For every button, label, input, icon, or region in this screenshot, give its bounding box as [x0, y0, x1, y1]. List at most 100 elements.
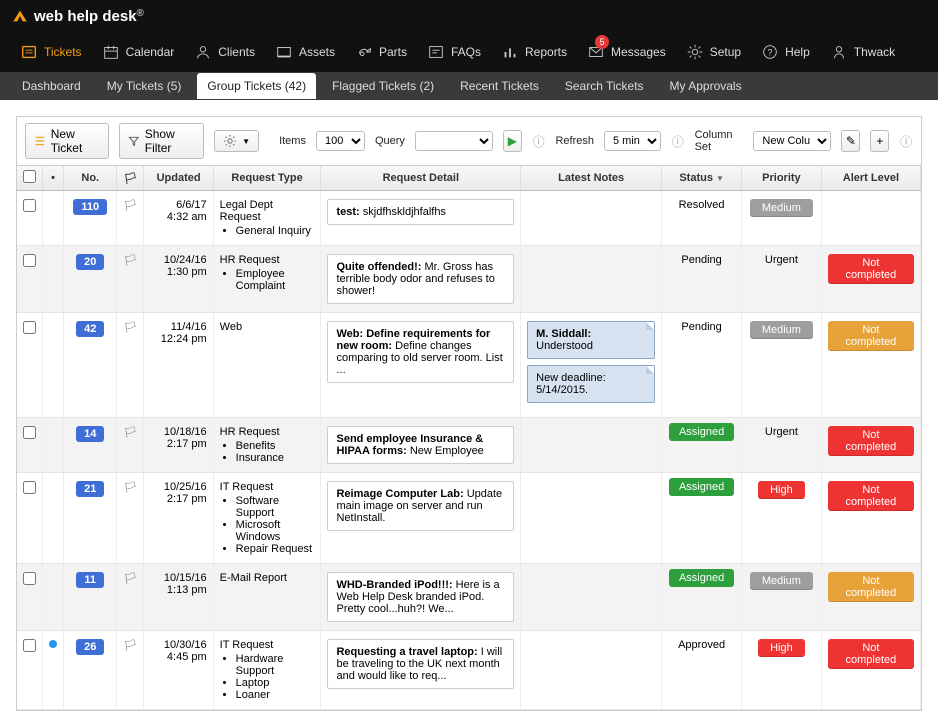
flag-icon[interactable]: 🏳 — [123, 427, 137, 439]
nav-tickets[interactable]: Tickets — [12, 37, 90, 67]
request-detail-box[interactable]: test: skjdfhskldjhfalfhs — [327, 199, 514, 225]
ticket-number-badge[interactable]: 26 — [76, 639, 104, 655]
col-request-detail[interactable]: Request Detail — [321, 166, 521, 191]
request-detail-box[interactable]: Reimage Computer Lab: Update main image … — [327, 481, 514, 531]
request-type: E-Mail Report — [220, 572, 315, 584]
col-request-type[interactable]: Request Type — [213, 166, 321, 191]
add-column-button[interactable]: + — [870, 130, 889, 152]
subtab-search-tickets[interactable]: Search Tickets — [555, 73, 654, 99]
row-checkbox[interactable] — [23, 254, 36, 267]
subtab-flagged-tickets-2-[interactable]: Flagged Tickets (2) — [322, 73, 444, 99]
col-flag[interactable]: 🏳 — [117, 166, 144, 191]
table-row[interactable]: 110🏳6/6/174:32 amLegal Dept RequestGener… — [17, 191, 921, 246]
flag-icon[interactable]: 🏳 — [123, 640, 137, 652]
new-ticket-button[interactable]: New Ticket — [25, 123, 109, 159]
table-row[interactable]: 26🏳10/30/164:45 pmIT RequestHardware Sup… — [17, 631, 921, 710]
nav-reports[interactable]: Reports — [493, 37, 575, 67]
alert-badge: Not completed — [828, 321, 914, 351]
request-detail-box[interactable]: Requesting a travel laptop: I will be tr… — [327, 639, 514, 689]
request-detail-box[interactable]: Web: Define requirements for new room: D… — [327, 321, 514, 383]
row-checkbox[interactable] — [23, 321, 36, 334]
note-body: Understood — [536, 340, 593, 352]
filter-icon — [128, 134, 140, 148]
updated-date: 6/6/17 — [150, 199, 206, 211]
request-detail-box[interactable]: Send employee Insurance & HIPAA forms: N… — [327, 426, 514, 464]
query-select[interactable] — [415, 131, 493, 151]
updated-time: 2:17 pm — [150, 493, 206, 505]
run-query-button[interactable]: ▶ — [503, 130, 522, 152]
ticket-number-badge[interactable]: 21 — [76, 481, 104, 497]
ticket-number-badge[interactable]: 20 — [76, 254, 104, 270]
table-row[interactable]: 11🏳10/15/161:13 pmE-Mail ReportWHD-Brand… — [17, 564, 921, 631]
table-row[interactable]: 42🏳11/4/1612:24 pmWebWeb: Define require… — [17, 313, 921, 418]
row-checkbox[interactable] — [23, 426, 36, 439]
subtab-group-tickets-42-[interactable]: Group Tickets (42) — [197, 73, 316, 99]
nav-calendar[interactable]: Calendar — [94, 37, 183, 67]
play-icon: ▶ — [508, 134, 517, 148]
nav-parts[interactable]: Parts — [347, 37, 415, 67]
items-select[interactable]: 100 — [316, 131, 365, 151]
note-box[interactable]: New deadline: 5/14/2015. — [527, 365, 655, 403]
request-type: IT Request — [220, 639, 315, 651]
col-updated[interactable]: Updated — [144, 166, 213, 191]
note-box[interactable]: M. Siddall: Understood — [527, 321, 655, 359]
updated-time: 2:17 pm — [150, 438, 206, 450]
col-no[interactable]: No. — [64, 166, 117, 191]
subtab-my-tickets-5-[interactable]: My Tickets (5) — [97, 73, 192, 99]
col-latest-notes[interactable]: Latest Notes — [521, 166, 662, 191]
select-all-checkbox[interactable] — [23, 170, 36, 183]
nav-label: Assets — [299, 45, 335, 59]
brand-text: web help desk® — [34, 8, 144, 25]
row-checkbox[interactable] — [23, 572, 36, 585]
calendar-icon — [102, 43, 120, 61]
info-icon[interactable]: ⓘ — [532, 133, 546, 150]
nav-label: Messages — [611, 45, 666, 59]
request-detail-box[interactable]: WHD-Branded iPod!!!: Here is a Web Help … — [327, 572, 514, 622]
ticket-number-badge[interactable]: 42 — [76, 321, 104, 337]
flag-icon[interactable]: 🏳 — [123, 322, 137, 334]
info-icon[interactable]: ⓘ — [899, 133, 913, 150]
request-type: Legal Dept Request — [220, 199, 315, 223]
subtab-recent-tickets[interactable]: Recent Tickets — [450, 73, 549, 99]
nav-faqs[interactable]: FAQs — [419, 37, 489, 67]
row-checkbox[interactable] — [23, 199, 36, 212]
flag-icon[interactable]: 🏳 — [123, 482, 137, 494]
table-row[interactable]: 21🏳10/25/162:17 pmIT RequestSoftware Sup… — [17, 473, 921, 564]
row-checkbox[interactable] — [23, 481, 36, 494]
request-detail-box[interactable]: Quite offended!: Mr. Gross has terrible … — [327, 254, 514, 304]
nav-assets[interactable]: Assets — [267, 37, 343, 67]
nav-messages[interactable]: Messages5 — [579, 37, 674, 67]
edit-columns-button[interactable]: ✎ — [841, 130, 860, 152]
col-priority[interactable]: Priority — [742, 166, 822, 191]
subtab-dashboard[interactable]: Dashboard — [12, 73, 91, 99]
table-row[interactable]: 20🏳10/24/161:30 pmHR RequestEmployee Com… — [17, 246, 921, 313]
row-checkbox[interactable] — [23, 639, 36, 652]
alert-badge: Not completed — [828, 639, 914, 669]
refresh-select[interactable]: 5 min — [604, 131, 661, 151]
tickets-panel: New Ticket Show Filter ▼ Items 100 Query… — [16, 116, 922, 711]
ticket-number-badge[interactable]: 14 — [76, 426, 104, 442]
detail-body: skjdfhskldjhfalfhs — [363, 206, 446, 218]
info-icon[interactable]: ⓘ — [671, 133, 685, 150]
ticket-number-badge[interactable]: 110 — [73, 199, 107, 215]
flag-icon[interactable]: 🏳 — [123, 255, 137, 267]
query-label: Query — [375, 135, 405, 147]
show-filter-button[interactable]: Show Filter — [119, 123, 204, 159]
col-select[interactable] — [17, 166, 43, 191]
flag-icon[interactable]: 🏳 — [123, 200, 137, 212]
col-status[interactable]: Status▼ — [662, 166, 742, 191]
nav-help[interactable]: ?Help — [753, 37, 818, 67]
plus-icon: + — [876, 134, 883, 148]
columnset-select[interactable]: New Colu — [753, 131, 831, 151]
col-alert[interactable]: Alert Level — [821, 166, 920, 191]
settings-button[interactable]: ▼ — [214, 130, 259, 152]
table-row[interactable]: 14🏳10/18/162:17 pmHR RequestBenefitsInsu… — [17, 418, 921, 473]
priority-text: Urgent — [765, 254, 798, 266]
nav-setup[interactable]: Setup — [678, 37, 749, 67]
nav-thwack[interactable]: Thwack — [822, 37, 903, 67]
nav-clients[interactable]: Clients — [186, 37, 263, 67]
subtab-my-approvals[interactable]: My Approvals — [660, 73, 752, 99]
note-body: New deadline: 5/14/2015. — [536, 372, 606, 396]
col-dot[interactable]: • — [43, 166, 64, 191]
flag-icon[interactable]: 🏳 — [123, 573, 137, 585]
